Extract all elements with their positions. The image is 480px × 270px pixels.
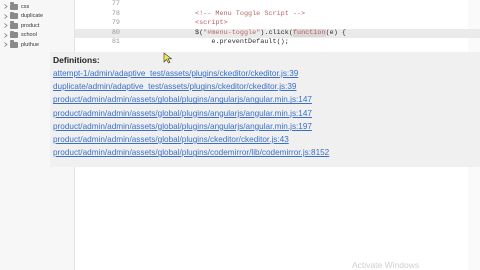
code-line[interactable]: 81 e.preventDefault(); (75, 38, 480, 48)
definition-link[interactable]: product/admin/admin/assets/global/plugin… (53, 95, 312, 104)
code-token: <script> (195, 19, 228, 27)
code-line[interactable]: 80 $("#menu-toggle").click(function(e) { (75, 28, 480, 39)
line-number: 81 (111, 38, 120, 46)
folder-tree: css duplicate product school pluthue (0, 2, 74, 50)
sidebar-item-label: product (21, 22, 40, 29)
sidebar-item-duplicate[interactable]: duplicate (0, 11, 74, 22)
definition-link[interactable]: duplicate/admin/adaptive_test/assets/plu… (53, 82, 297, 91)
code-token: <!-- Menu Toggle Script --> (195, 9, 306, 18)
code-text: e.preventDefault(); (195, 38, 289, 48)
sidebar-item-label: css (21, 3, 30, 10)
definition-link[interactable]: attempt-1/admin/adaptive_test/assets/plu… (53, 69, 298, 78)
definition-link[interactable]: product/admin/admin/assets/global/plugin… (53, 122, 312, 131)
code-line[interactable]: 78 <!-- Menu Toggle Script --> (75, 10, 480, 20)
chevron-right-icon[interactable] (3, 42, 9, 48)
code-token: ).click( (260, 28, 293, 37)
sidebar-item-label: duplicate (21, 13, 44, 20)
folder-icon (10, 30, 18, 39)
chevron-right-icon[interactable] (3, 32, 9, 38)
chevron-right-icon[interactable] (3, 23, 9, 29)
activate-windows-watermark: Activate Windows (352, 260, 420, 270)
sidebar-item-school[interactable]: school (0, 30, 74, 41)
line-number: 78 (111, 9, 120, 18)
folder-icon (10, 21, 18, 29)
definition-link[interactable]: product/admin/admin/assets/global/plugin… (53, 135, 289, 144)
chevron-right-icon[interactable] (3, 13, 9, 19)
code-token: $( (195, 28, 204, 37)
sidebar-item-label: school (21, 32, 37, 39)
definitions-popup: Definitions: attempt-1/admin/adaptive_te… (50, 52, 480, 167)
definition-link[interactable]: product/admin/admin/assets/global/plugin… (53, 109, 312, 118)
code-token: function (292, 28, 326, 37)
code-token: "#menu-toggle" (203, 28, 261, 37)
folder-icon (10, 11, 18, 20)
code-text: $("#menu-toggle").click(function(e) { (195, 28, 346, 39)
sidebar-item-label: pluthue (21, 41, 40, 48)
line-number: 79 (111, 19, 120, 27)
code-token: (e) { (325, 28, 346, 37)
sidebar-item-css[interactable]: css (0, 2, 74, 12)
code-editor[interactable]: 77 78 <!-- Menu Toggle Script --> 79 <script… (75, 0, 480, 52)
line-number: 80 (111, 28, 120, 37)
sidebar-item-pluthue[interactable]: pluthue (0, 40, 74, 50)
sidebar-item-product[interactable]: product (0, 21, 74, 31)
definition-link[interactable]: product/admin/admin/assets/global/plugin… (53, 148, 329, 157)
code-text: <!-- Menu Toggle Script --> (195, 10, 305, 20)
folder-icon (10, 2, 18, 10)
line-number: 77 (111, 0, 120, 8)
code-text: <script> (195, 19, 228, 29)
folder-icon (10, 40, 18, 48)
code-token: e.preventDefault(); (195, 38, 289, 46)
chevron-right-icon[interactable] (3, 4, 9, 10)
definitions-title: Definitions: (53, 55, 100, 65)
code-line[interactable]: 77 (75, 0, 480, 10)
code-line[interactable]: 79 <script> (75, 19, 480, 29)
